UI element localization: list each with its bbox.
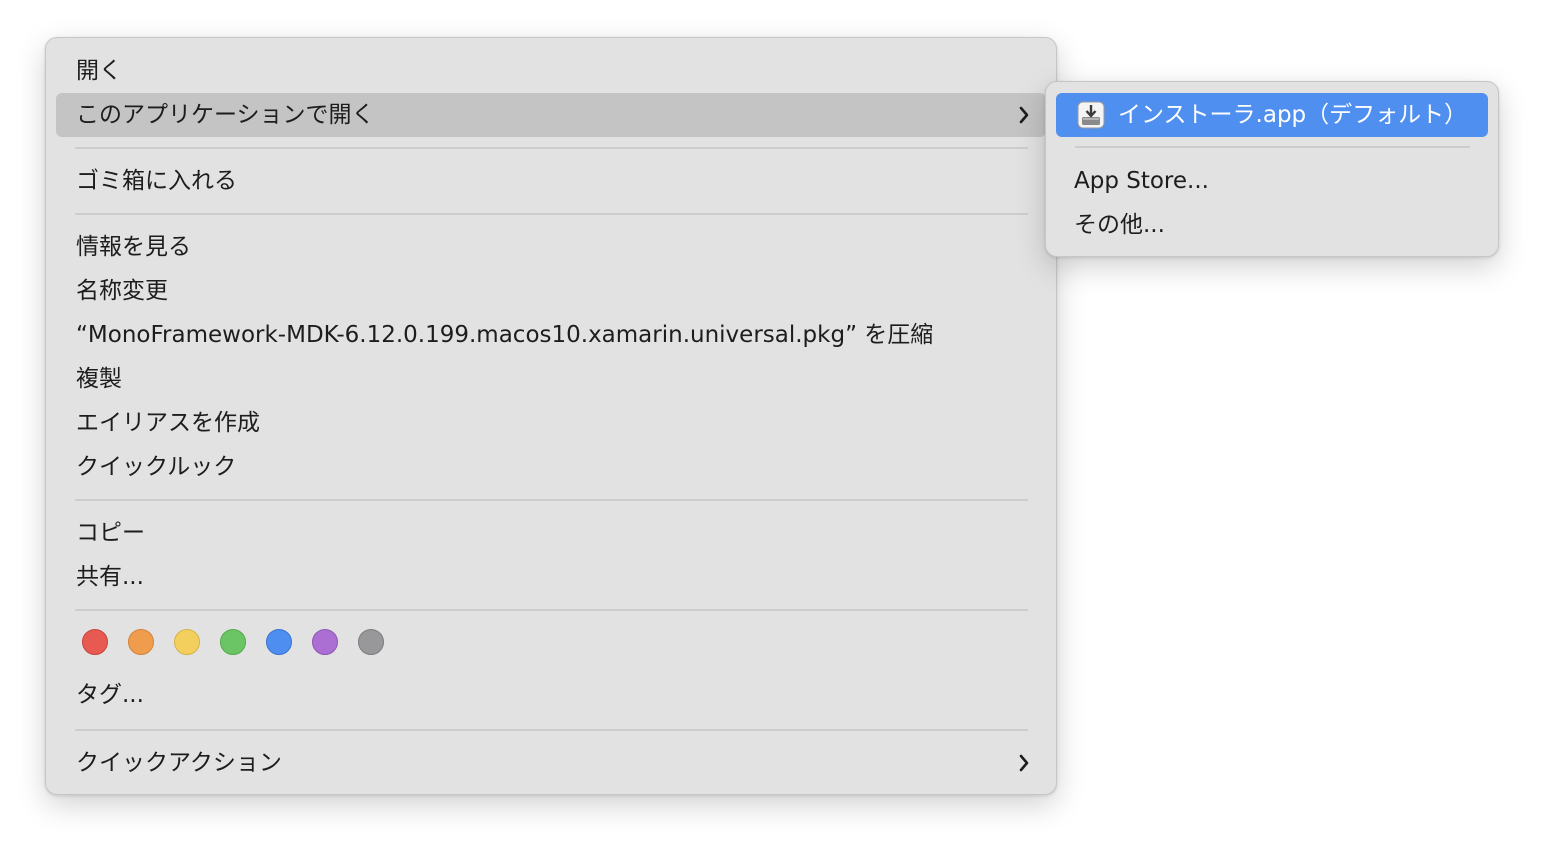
tag-color-gray[interactable]: [358, 629, 384, 655]
submenu-item-other-label: その他...: [1074, 212, 1165, 238]
menu-separator: [75, 609, 1028, 611]
submenu-item-app-store[interactable]: App Store...: [1056, 159, 1488, 203]
menu-item-quick-look-label: クイックルック: [76, 454, 237, 480]
menu-item-move-to-trash-label: ゴミ箱に入れる: [76, 168, 237, 194]
tag-color-row: [82, 629, 384, 659]
menu-item-open-label: 開く: [76, 58, 122, 84]
menu-item-move-to-trash[interactable]: ゴミ箱に入れる: [56, 159, 1046, 203]
menu-separator: [75, 213, 1028, 215]
submenu-item-app-store-label: App Store...: [1074, 168, 1209, 194]
chevron-right-icon: [1014, 93, 1034, 137]
menu-item-copy[interactable]: コピー: [56, 511, 1046, 555]
chevron-right-icon: [1014, 741, 1034, 785]
context-menu: 開く このアプリケーションで開く ゴミ箱に入れる 情報を見る 名称変更 “Mon…: [45, 37, 1057, 795]
menu-item-get-info-label: 情報を見る: [76, 234, 191, 260]
menu-item-tags[interactable]: タグ...: [56, 673, 1046, 717]
menu-item-share-label: 共有...: [76, 564, 144, 590]
submenu-item-installer-label: インストーラ.app（デフォルト）: [1118, 102, 1468, 128]
menu-item-make-alias[interactable]: エイリアスを作成: [56, 401, 1046, 445]
tag-color-yellow[interactable]: [174, 629, 200, 655]
tag-color-blue[interactable]: [266, 629, 292, 655]
menu-item-make-alias-label: エイリアスを作成: [76, 410, 260, 436]
menu-separator: [75, 147, 1028, 149]
menu-item-open[interactable]: 開く: [56, 49, 1046, 93]
menu-item-rename[interactable]: 名称変更: [56, 269, 1046, 313]
menu-item-quick-actions-label: クイックアクション: [76, 750, 282, 776]
menu-separator: [75, 729, 1028, 731]
menu-item-duplicate-label: 複製: [76, 366, 122, 392]
menu-item-copy-label: コピー: [76, 520, 145, 546]
menu-item-open-with[interactable]: このアプリケーションで開く: [56, 93, 1046, 137]
menu-item-duplicate[interactable]: 複製: [56, 357, 1046, 401]
submenu-separator: [1075, 146, 1470, 148]
menu-item-share[interactable]: 共有...: [56, 555, 1046, 599]
tag-color-purple[interactable]: [312, 629, 338, 655]
tag-color-red[interactable]: [82, 629, 108, 655]
tag-color-orange[interactable]: [128, 629, 154, 655]
menu-separator: [75, 499, 1028, 501]
tag-color-green[interactable]: [220, 629, 246, 655]
menu-item-quick-look[interactable]: クイックルック: [56, 445, 1046, 489]
open-with-submenu: インストーラ.app（デフォルト） App Store... その他...: [1045, 81, 1499, 257]
menu-item-compress-label: “MonoFramework-MDK-6.12.0.199.macos10.xa…: [76, 322, 934, 348]
menu-item-compress[interactable]: “MonoFramework-MDK-6.12.0.199.macos10.xa…: [56, 313, 1046, 357]
installer-icon: [1076, 100, 1106, 130]
menu-item-rename-label: 名称変更: [76, 278, 168, 304]
menu-item-get-info[interactable]: 情報を見る: [56, 225, 1046, 269]
menu-item-tags-label: タグ...: [76, 682, 144, 708]
menu-item-open-with-label: このアプリケーションで開く: [76, 102, 375, 128]
menu-item-quick-actions[interactable]: クイックアクション: [56, 741, 1046, 785]
submenu-item-other[interactable]: その他...: [1056, 203, 1488, 247]
submenu-item-installer[interactable]: インストーラ.app（デフォルト）: [1056, 93, 1488, 137]
